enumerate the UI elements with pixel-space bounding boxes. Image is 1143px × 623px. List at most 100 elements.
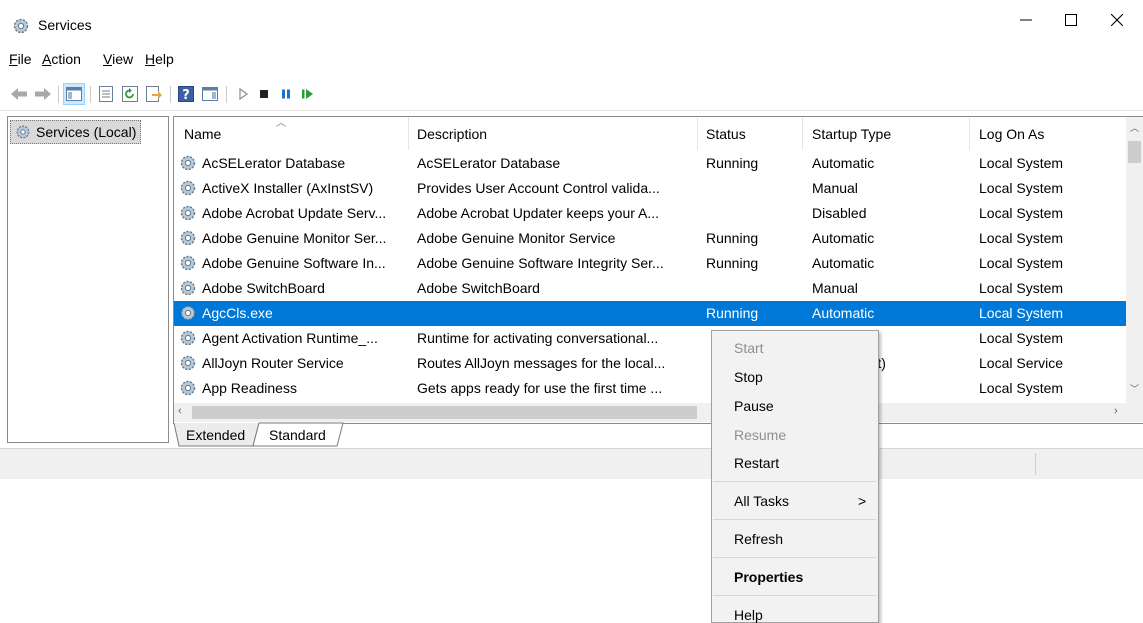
cell-name: AllJoyn Router Service [202, 355, 344, 371]
menu-item-restart[interactable]: Restart [734, 455, 779, 471]
column-header-status[interactable]: Status [706, 126, 746, 142]
context-menu: Start Stop Pause Resume Restart All Task… [711, 330, 879, 623]
back-arrow-icon[interactable] [8, 83, 30, 105]
help-icon[interactable]: ? [175, 83, 197, 105]
cell-description: Routes AllJoyn messages for the local... [417, 355, 666, 371]
cell-name: Agent Activation Runtime_... [202, 330, 378, 346]
show-hide-action-pane-icon[interactable] [199, 83, 221, 105]
cell-description: AcSELerator Database [417, 155, 561, 171]
menu-item-stop[interactable]: Stop [734, 369, 763, 385]
menu-item-pause[interactable]: Pause [734, 398, 774, 414]
vertical-scrollbar[interactable]: ︿ ﹀ [1126, 117, 1143, 403]
scroll-up-icon[interactable]: ︿ [1130, 121, 1139, 134]
tree-item-services-local[interactable]: Services (Local) [10, 120, 142, 144]
cell-logon: Local System [979, 205, 1064, 221]
cell-startup: Manual [812, 280, 858, 296]
service-gear-icon [179, 179, 197, 197]
horizontal-scrollbar[interactable]: ‹ › [174, 403, 1143, 422]
menu-separator [713, 519, 876, 520]
table-row[interactable]: AcSELerator Database AcSELerator Database… [174, 151, 1127, 176]
sort-ascending-icon: ︿ [276, 118, 286, 129]
column-header-log-on-as[interactable]: Log On As [979, 126, 1044, 142]
cell-status: Running [706, 255, 759, 271]
menu-item-refresh[interactable]: Refresh [734, 531, 783, 547]
cell-description: Adobe Genuine Software Integrity Ser... [417, 255, 664, 271]
cell-logon: Local System [979, 230, 1064, 246]
table-row[interactable]: Adobe Genuine Software In... Adobe Genuin… [174, 251, 1127, 276]
table-row[interactable]: Adobe SwitchBoard Adobe SwitchBoard Manual… [174, 276, 1127, 301]
toolbar-separator [170, 86, 171, 103]
column-divider[interactable] [969, 117, 970, 150]
restart-service-icon[interactable] [297, 83, 319, 105]
cell-startup: Manual [812, 180, 858, 196]
column-divider[interactable] [697, 117, 698, 150]
cell-name: ActiveX Installer (AxInstSV) [202, 180, 374, 196]
maximize-button[interactable] [1048, 0, 1094, 40]
cell-name: App Readiness [202, 380, 297, 396]
service-gear-icon [179, 154, 197, 172]
menu-help[interactable]: Help [145, 51, 174, 67]
cell-description: Runtime for activating conversational... [417, 330, 659, 346]
table-row[interactable]: Adobe Acrobat Update Serv... Adobe Acroba… [174, 201, 1127, 226]
view-tabs: Extended Standard [173, 422, 1143, 448]
menu-view[interactable]: View [103, 51, 133, 67]
cell-description: Adobe Acrobat Updater keeps your A... [417, 205, 660, 221]
cell-logon: Local System [979, 155, 1064, 171]
column-divider[interactable] [408, 117, 409, 150]
table-row[interactable]: AgcCls.exe Running Automatic Local System [174, 301, 1127, 326]
window-title: Services [38, 17, 92, 33]
cell-startup: Automatic [812, 155, 875, 171]
vertical-scroll-thumb[interactable] [1128, 141, 1141, 163]
table-row[interactable]: Agent Activation Runtime_... Runtime for … [174, 326, 1127, 351]
cell-description: Adobe Genuine Monitor Service [417, 230, 616, 246]
column-divider[interactable] [802, 117, 803, 150]
cell-logon: Local System [979, 255, 1064, 271]
start-service-icon[interactable] [232, 83, 254, 105]
toolbar-separator [226, 86, 227, 103]
service-gear-icon [179, 229, 197, 247]
status-divider [1035, 453, 1036, 475]
column-header-startup-type[interactable]: Startup Type [812, 126, 891, 142]
close-button[interactable] [1094, 0, 1140, 40]
scroll-left-icon[interactable]: ‹ [178, 405, 182, 417]
column-header-description[interactable]: Description [417, 126, 487, 142]
show-hide-console-tree-icon[interactable] [63, 83, 85, 105]
stop-service-icon[interactable] [253, 83, 275, 105]
scroll-right-icon[interactable]: › [1114, 405, 1118, 417]
toolbar-separator [90, 86, 91, 103]
cell-status: Running [706, 155, 759, 171]
svg-text:?: ? [182, 88, 190, 102]
menu-item-resume[interactable]: Resume [734, 427, 786, 443]
cell-name: Adobe Acrobat Update Serv... [202, 205, 387, 221]
tab-standard[interactable]: Standard [269, 424, 326, 446]
horizontal-scroll-thumb[interactable] [192, 406, 697, 419]
properties-sheet-icon[interactable] [95, 83, 117, 105]
console-tree: Services (Local) [7, 116, 169, 443]
service-gear-icon [179, 354, 197, 372]
scroll-down-icon[interactable]: ﹀ [1130, 382, 1139, 395]
menu-item-start[interactable]: Start [734, 340, 764, 356]
cell-startup: Automatic [812, 230, 875, 246]
refresh-icon[interactable] [119, 83, 141, 105]
menu-action[interactable]: Action [42, 51, 81, 67]
cell-startup: Automatic [812, 305, 875, 321]
cell-description: Provides User Account Control valida... [417, 180, 660, 196]
services-gear-icon [12, 17, 30, 35]
menu-item-properties[interactable]: Properties [734, 569, 803, 585]
menu-item-all-tasks[interactable]: All Tasks [734, 493, 789, 509]
minimize-button[interactable] [1003, 0, 1049, 40]
menu-file[interactable]: File [9, 51, 32, 67]
table-row[interactable]: ActiveX Installer (AxInstSV) Provides Use… [174, 176, 1127, 201]
column-header-name[interactable]: Name [184, 126, 221, 142]
service-gear-icon [179, 379, 197, 397]
menu-bar: File Action View Help [0, 48, 1143, 72]
status-bar [0, 448, 1143, 479]
pause-service-icon[interactable] [275, 83, 297, 105]
forward-arrow-icon[interactable] [32, 83, 54, 105]
table-row[interactable]: AllJoyn Router Service Routes AllJoyn mes… [174, 351, 1127, 376]
table-row[interactable]: Adobe Genuine Monitor Ser... Adobe Genuin… [174, 226, 1127, 251]
table-row[interactable]: App Readiness Gets apps ready for use the… [174, 376, 1127, 401]
tab-extended[interactable]: Extended [186, 424, 245, 446]
services-gear-icon [15, 124, 31, 140]
export-list-icon[interactable] [143, 83, 165, 105]
